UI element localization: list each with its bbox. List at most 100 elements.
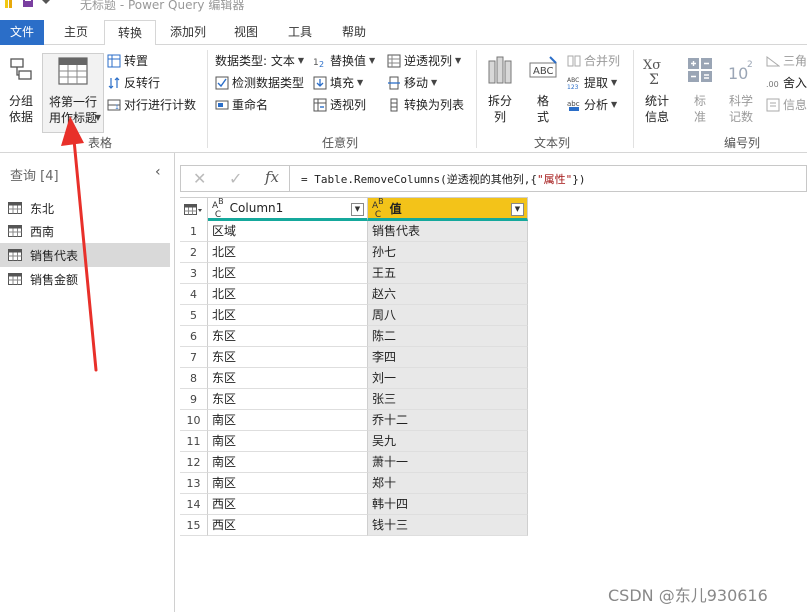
- fx-icon[interactable]: fx: [265, 168, 279, 186]
- split-column-button[interactable]: 拆分 列: [482, 55, 518, 125]
- information-dropdown[interactable]: 信息: [766, 96, 807, 114]
- cell-column1[interactable]: 东区: [208, 347, 368, 368]
- move-dropdown[interactable]: 移动 ▼: [387, 74, 437, 92]
- triangle-icon: [766, 56, 780, 67]
- column-header-column1[interactable]: AB C Column1 ▼: [208, 197, 368, 221]
- trigonometry-label: 三角: [783, 54, 807, 68]
- row-number: 12: [180, 452, 208, 473]
- cell-value[interactable]: 赵六: [368, 284, 528, 305]
- trigonometry-dropdown[interactable]: 三角: [766, 52, 807, 70]
- cell-value[interactable]: 郑十: [368, 473, 528, 494]
- cell-value[interactable]: 孙七: [368, 242, 528, 263]
- save-icon[interactable]: [22, 0, 34, 8]
- fill-dropdown[interactable]: 填充 ▼: [313, 74, 363, 92]
- cell-value[interactable]: 张三: [368, 389, 528, 410]
- cell-value[interactable]: 李四: [368, 347, 528, 368]
- count-rows-button[interactable]: 1 对行进行计数: [107, 96, 196, 114]
- table-row: 9 东区 张三: [180, 389, 528, 410]
- rounding-dropdown[interactable]: .00 舍入: [766, 74, 807, 92]
- cell-value[interactable]: 韩十四: [368, 494, 528, 515]
- chevron-down-icon[interactable]: ▼: [95, 110, 101, 126]
- table-row: 15 西区 钱十三: [180, 515, 528, 536]
- detect-data-type-label: 检测数据类型: [232, 76, 305, 90]
- unpivot-columns-dropdown[interactable]: 逆透视列 ▼: [387, 52, 461, 70]
- cell-column1[interactable]: 西区: [208, 515, 368, 536]
- table-menu-button[interactable]: [180, 197, 208, 221]
- text-type-icon[interactable]: AB C: [372, 197, 384, 220]
- cell-column1[interactable]: 东区: [208, 326, 368, 347]
- any-column-group-label: 任意列: [322, 136, 359, 150]
- rename-button[interactable]: 重命名: [215, 96, 268, 114]
- collapse-pane-icon[interactable]: ‹: [155, 164, 161, 180]
- cell-column1[interactable]: 东区: [208, 368, 368, 389]
- row-number: 11: [180, 431, 208, 452]
- cell-column1[interactable]: 南区: [208, 431, 368, 452]
- data-type-dropdown[interactable]: 数据类型: 文本 ▼: [215, 52, 304, 70]
- cell-value[interactable]: 钱十三: [368, 515, 528, 536]
- convert-to-list-button[interactable]: 转换为列表: [387, 96, 464, 114]
- cell-column1[interactable]: 区域: [208, 221, 368, 242]
- tab-help[interactable]: 帮助: [330, 20, 378, 45]
- cell-value[interactable]: 销售代表: [368, 221, 528, 242]
- standard-button[interactable]: 标 准: [684, 55, 716, 125]
- column-filter-dropdown-icon[interactable]: ▼: [351, 203, 364, 216]
- confirm-formula-icon[interactable]: ✓: [229, 169, 242, 188]
- tab-tools[interactable]: 工具: [276, 20, 324, 45]
- cell-value[interactable]: 王五: [368, 263, 528, 284]
- extract-dropdown[interactable]: ABC 123 提取 ▼: [567, 74, 617, 92]
- tab-file[interactable]: 文件: [0, 20, 44, 45]
- format-button[interactable]: ABC 格 式: [525, 55, 561, 125]
- table-row: 6 东区 陈二: [180, 326, 528, 347]
- format-text-icon: ABC: [529, 56, 557, 78]
- formula-text-prefix: = Table.RemoveColumns(逆透视的其他列,{: [301, 173, 537, 186]
- table-row: 7 东区 李四: [180, 347, 528, 368]
- cell-value[interactable]: 萧十一: [368, 452, 528, 473]
- tab-add-column[interactable]: 添加列: [162, 20, 214, 45]
- cell-value[interactable]: 周八: [368, 305, 528, 326]
- cell-column1[interactable]: 北区: [208, 305, 368, 326]
- query-item-northeast[interactable]: 东北: [0, 196, 170, 220]
- cell-column1[interactable]: 北区: [208, 242, 368, 263]
- table-row: 8 东区 刘一: [180, 368, 528, 389]
- query-item-label: 东北: [30, 201, 55, 216]
- scientific-button[interactable]: 10 2 科学 记数: [722, 55, 760, 125]
- cell-column1[interactable]: 东区: [208, 389, 368, 410]
- replace-values-dropdown[interactable]: 12 替换值 ▼: [313, 52, 375, 70]
- cell-column1[interactable]: 南区: [208, 410, 368, 431]
- parse-dropdown[interactable]: abc 分析 ▼: [567, 96, 617, 114]
- merge-columns-button[interactable]: 合并列: [567, 52, 620, 70]
- formula-input[interactable]: = Table.RemoveColumns(逆透视的其他列,{"属性"}): [301, 171, 585, 187]
- use-first-row-as-headers-button[interactable]: 将第一行 用作标题 ▼: [42, 53, 104, 133]
- pivot-column-button[interactable]: 透视列: [313, 96, 366, 114]
- svg-text:Xσ: Xσ: [643, 58, 661, 73]
- cancel-formula-icon[interactable]: ✕: [193, 169, 206, 188]
- cell-column1[interactable]: 南区: [208, 452, 368, 473]
- unpivot-columns-label: 逆透视列: [404, 54, 453, 68]
- transpose-button[interactable]: 转置: [107, 52, 148, 70]
- column-header-value[interactable]: AB C 值 ▼: [368, 197, 528, 221]
- tab-home[interactable]: 主页: [52, 20, 100, 45]
- cell-value[interactable]: 陈二: [368, 326, 528, 347]
- statistics-button[interactable]: Xσ Σ 统计 信息: [638, 55, 676, 125]
- query-item-sales-rep[interactable]: 销售代表: [0, 243, 170, 267]
- table-icon: [8, 202, 22, 214]
- sigma-icon: XσΣ: [643, 58, 661, 88]
- detect-data-type-button[interactable]: 检测数据类型: [215, 74, 304, 92]
- cell-value[interactable]: 刘一: [368, 368, 528, 389]
- query-item-sales-amount[interactable]: 销售金额: [0, 267, 170, 291]
- group-by-button[interactable]: 分组 依据: [4, 55, 38, 125]
- cell-column1[interactable]: 西区: [208, 494, 368, 515]
- cell-column1[interactable]: 南区: [208, 473, 368, 494]
- dropdown-arrow-icon[interactable]: [40, 0, 52, 8]
- tab-view[interactable]: 视图: [222, 20, 270, 45]
- transpose-icon: [107, 54, 121, 68]
- cell-column1[interactable]: 北区: [208, 284, 368, 305]
- query-item-southwest[interactable]: 西南: [0, 219, 170, 243]
- cell-value[interactable]: 吴九: [368, 431, 528, 452]
- tab-transform[interactable]: 转换: [104, 20, 156, 46]
- cell-column1[interactable]: 北区: [208, 263, 368, 284]
- column-filter-dropdown-icon[interactable]: ▼: [511, 203, 524, 216]
- cell-value[interactable]: 乔十二: [368, 410, 528, 431]
- reverse-rows-button[interactable]: 反转行: [107, 74, 160, 92]
- text-type-icon[interactable]: AB C: [212, 197, 224, 220]
